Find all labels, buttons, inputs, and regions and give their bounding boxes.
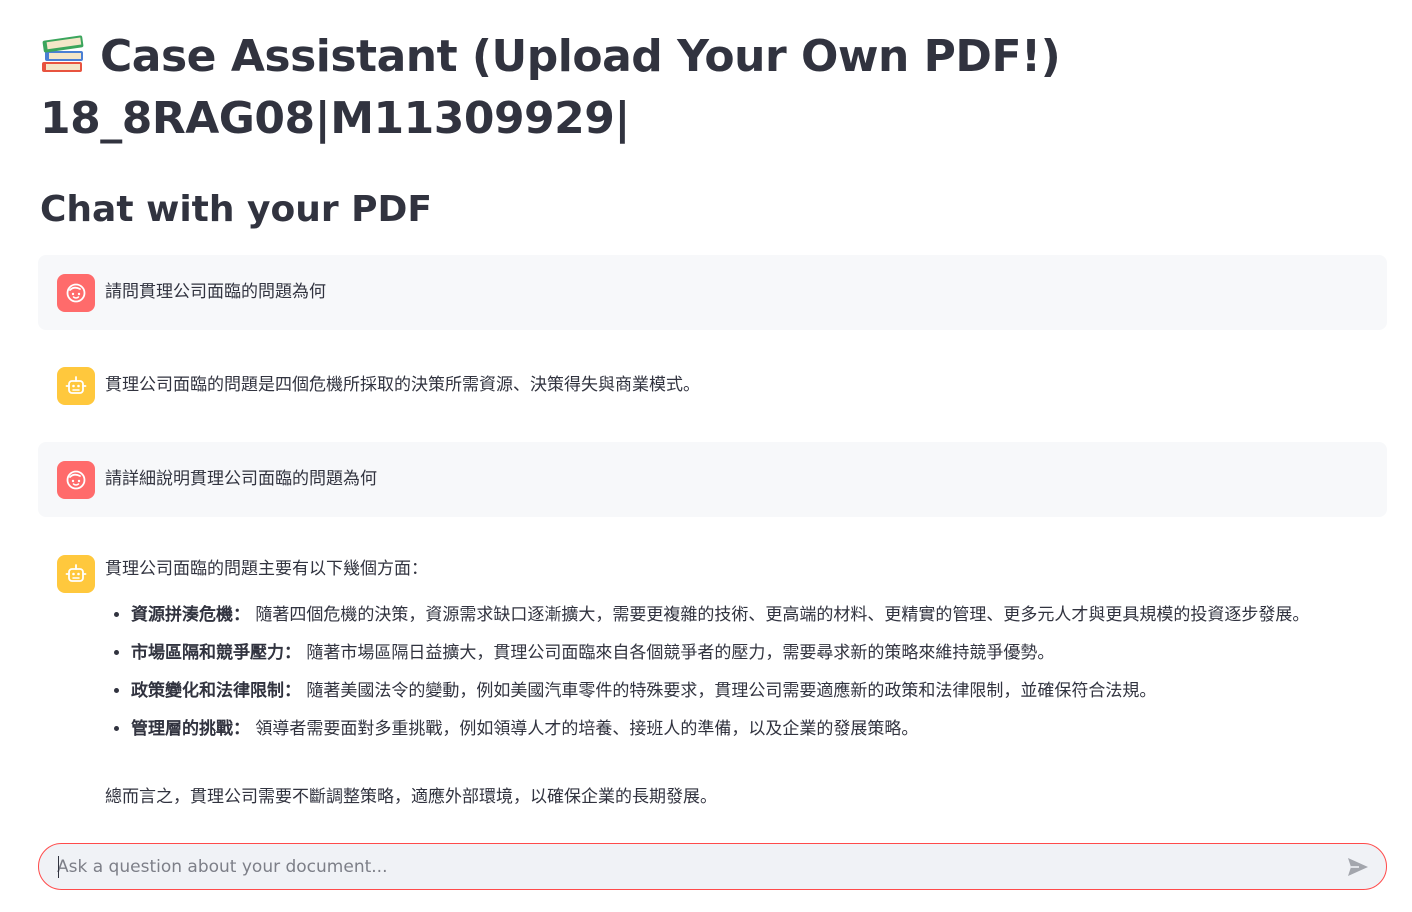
list-item-title: 政策變化和法律限制：: [131, 681, 301, 701]
list-item: 資源拼湊危機： 隨著四個危機的決策，資源需求缺口逐漸擴大，需要更複雜的技術、更高…: [131, 600, 1369, 630]
chat-message-body: 貫理公司面臨的問題主要有以下幾個方面： 資源拼湊危機： 隨著四個危機的決策，資源…: [105, 556, 1369, 752]
bullet-list: 資源拼湊危機： 隨著四個危機的決策，資源需求缺口逐漸擴大，需要更複雜的技術、更高…: [105, 600, 1369, 744]
page-title-line1: Case Assistant (Upload Your Own PDF!): [40, 26, 1380, 88]
robot-icon: [65, 564, 87, 582]
chat-input-container: [38, 843, 1387, 890]
list-item-title: 管理層的挑戰：: [131, 719, 250, 739]
title-text: Case Assistant (Upload Your Own PDF!): [100, 31, 1061, 82]
chat-message-assistant: 貫理公司面臨的問題主要有以下幾個方面： 資源拼湊危機： 隨著四個危機的決策，資源…: [38, 536, 1387, 826]
user-avatar: [57, 274, 95, 312]
chat-message-user: 請問貫理公司面臨的問題為何: [38, 255, 1387, 330]
assistant-avatar: [57, 367, 95, 405]
chat-input[interactable]: [57, 844, 1317, 889]
chat-message-text: 請問貫理公司面臨的問題為何: [105, 282, 326, 302]
list-item-text: 隨著市場區隔日益擴大，貫理公司面臨來自各個競爭者的壓力，需要尋求新的策略來維持競…: [301, 643, 1055, 663]
chat-message-assistant: 貫理公司面臨的問題是四個危機所採取的決策所需資源、決策得失與商業模式。: [38, 348, 1387, 423]
chat-subheader: Chat with your PDF: [40, 189, 433, 230]
app-page: Case Assistant (Upload Your Own PDF!) 18…: [0, 0, 1412, 912]
assistant-avatar: [57, 555, 95, 593]
user-face-icon: [66, 470, 86, 490]
list-item: 管理層的挑戰： 領導者需要面對多重挑戰，例如領導人才的培養、接班人的準備，以及企…: [131, 714, 1369, 744]
list-item: 政策變化和法律限制： 隨著美國法令的變動，例如美國汽車零件的特殊要求，貫理公司需…: [131, 676, 1369, 706]
list-item-title: 資源拼湊危機：: [131, 605, 250, 625]
list-item: 市場區隔和競爭壓力： 隨著市場區隔日益擴大，貫理公司面臨來自各個競爭者的壓力，需…: [131, 638, 1369, 668]
page-title-line2: 18_8RAG08|M11309929|: [40, 93, 630, 144]
list-item-text: 隨著美國法令的變動，例如美國汽車零件的特殊要求，貫理公司需要適應新的政策和法律限…: [301, 681, 1157, 701]
user-avatar: [57, 461, 95, 499]
list-item-text: 隨著四個危機的決策，資源需求缺口逐漸擴大，需要更複雜的技術、更高端的材料、更精實…: [250, 605, 1310, 625]
send-button[interactable]: [1344, 854, 1372, 880]
list-item-text: 領導者需要面對多重挑戰，例如領導人才的培養、接班人的準備，以及企業的發展策略。: [250, 719, 919, 739]
chat-message-intro: 貫理公司面臨的問題主要有以下幾個方面：: [105, 559, 428, 579]
chat-message-summary: 總而言之，貫理公司需要不斷調整策略，適應外部環境，以確保企業的長期發展。: [105, 787, 717, 807]
user-face-icon: [66, 283, 86, 303]
text-caret: [58, 856, 59, 878]
page-title: Case Assistant (Upload Your Own PDF!) 18…: [40, 26, 1380, 150]
send-icon: [1348, 858, 1368, 876]
robot-icon: [65, 376, 87, 394]
books-icon: [42, 35, 84, 72]
chat-message-text: 請詳細說明貫理公司面臨的問題為何: [105, 469, 377, 489]
chat-message-user: 請詳細說明貫理公司面臨的問題為何: [38, 442, 1387, 517]
chat-message-text: 貫理公司面臨的問題是四個危機所採取的決策所需資源、決策得失與商業模式。: [105, 375, 700, 395]
list-item-title: 市場區隔和競爭壓力：: [131, 643, 301, 663]
